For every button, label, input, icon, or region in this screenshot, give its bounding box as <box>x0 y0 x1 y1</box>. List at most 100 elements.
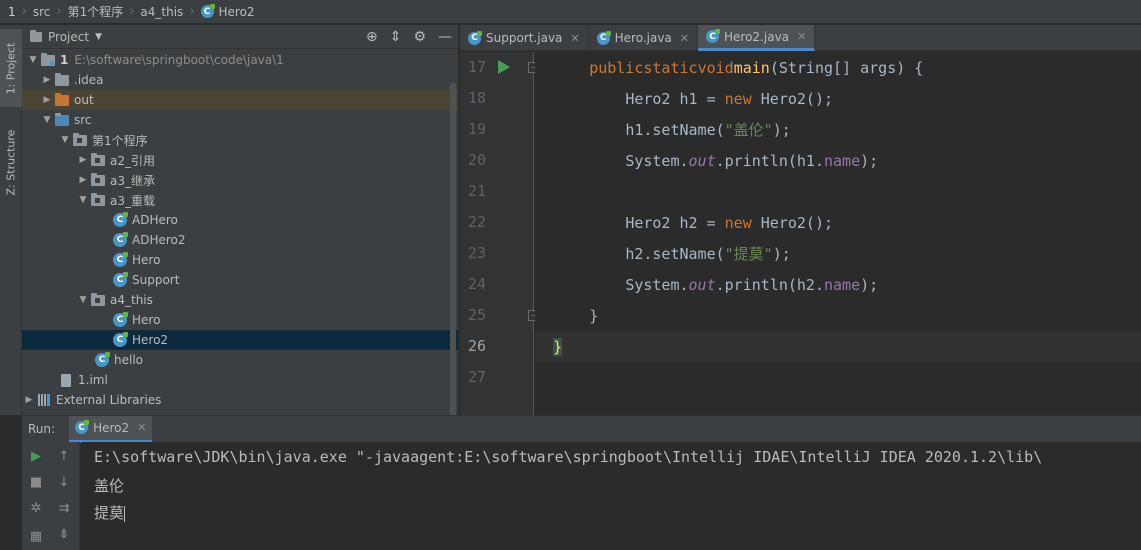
tree-item-project-root[interactable]: ▼ 1 E:\software\springboot\code\java\1 <box>22 50 458 70</box>
tree-item-hero-this[interactable]: C Hero <box>22 310 458 330</box>
expand-arrow-icon[interactable]: ▼ <box>40 115 54 125</box>
locate-icon[interactable]: ⊕ <box>366 29 378 45</box>
tree-item-label: Hero <box>132 313 161 327</box>
tree-item-adhero[interactable]: C ADHero <box>22 210 458 230</box>
close-icon[interactable]: ✕ <box>797 30 806 43</box>
expand-arrow-icon[interactable]: ▶ <box>76 155 90 165</box>
expand-arrow-icon[interactable]: ▶ <box>22 395 36 405</box>
tree-item-label: hello <box>114 353 143 367</box>
tree-item-label: 第1个程序 <box>92 133 148 148</box>
expand-arrow-icon[interactable]: ▼ <box>76 295 90 305</box>
line-number: 25 <box>467 306 486 324</box>
line-number: 27 <box>467 368 486 386</box>
collapse-all-icon[interactable]: ⇕ <box>390 29 402 45</box>
stop-icon[interactable]: ■ <box>28 474 44 490</box>
expand-arrow-icon[interactable]: ▼ <box>76 195 90 205</box>
breadcrumb-item-package[interactable]: 第1个程序 › <box>68 0 141 24</box>
breadcrumb-item-class[interactable]: C Hero2 <box>200 0 255 24</box>
tab-structure-tool[interactable]: Z: Structure <box>0 115 22 209</box>
code-line: public static void main (String[] args) { <box>589 58 924 77</box>
close-icon[interactable]: ✕ <box>570 32 579 45</box>
tree-item-label: Hero2 <box>132 333 169 347</box>
editor-gutter: 17 18 19 20 21 22 23 24 25 26 27 − − <box>460 52 539 415</box>
layout-icon[interactable]: ▦ <box>28 528 44 544</box>
breadcrumb-item-src[interactable]: src › <box>33 0 68 24</box>
console-line: 提莫 <box>94 504 125 522</box>
folder-icon <box>40 52 56 67</box>
text-cursor <box>124 505 126 522</box>
scroll-to-end-icon[interactable]: ⇟ <box>56 526 72 542</box>
tree-item-a3-inherit[interactable]: ▶ a3_继承 <box>22 170 458 190</box>
chevron-down-icon[interactable]: ▼ <box>95 32 102 42</box>
arrow-down-icon[interactable]: ↓ <box>56 474 72 490</box>
project-view-selector[interactable]: Project <box>48 30 89 44</box>
tree-item-hero-overload[interactable]: C Hero <box>22 250 458 270</box>
expand-arrow-icon[interactable]: ▶ <box>76 175 90 185</box>
run-tab-hero2[interactable]: C Hero2 ✕ <box>69 415 153 443</box>
editor-tabs: C Support.java ✕ C Hero.java ✕ C Hero2.j… <box>460 25 1141 51</box>
tree-item-out[interactable]: ▶ out <box>22 90 458 110</box>
package-icon <box>72 132 88 147</box>
expand-arrow-icon[interactable]: ▶ <box>40 95 54 105</box>
run-tab-label: Hero2 <box>93 420 130 435</box>
arrow-up-icon[interactable]: ↑ <box>56 448 72 464</box>
expand-arrow-icon[interactable]: ▼ <box>58 135 72 145</box>
tab-hero2-java[interactable]: C Hero2.java ✕ <box>698 25 816 51</box>
class-icon: C <box>112 312 128 327</box>
run-console-output[interactable]: E:\software\JDK\bin\java.exe "-javaagent… <box>81 442 1141 550</box>
class-icon: C <box>94 352 110 367</box>
tab-label: Hero.java <box>614 31 672 45</box>
navigation-breadcrumb: 1 › src › 第1个程序 › a4_this › C Hero2 <box>0 0 1141 24</box>
line-number: 21 <box>467 182 486 200</box>
package-icon <box>90 192 106 207</box>
tab-hero-java[interactable]: C Hero.java ✕ <box>589 25 699 51</box>
console-line: 盖伦 <box>94 477 125 495</box>
iml-file-icon <box>58 373 74 387</box>
gear-icon[interactable]: ⚙ <box>413 29 426 45</box>
code-editor[interactable]: public static void main (String[] args) {… <box>535 52 1141 415</box>
breadcrumb-label: 第1个程序 <box>67 5 124 19</box>
expand-arrow-icon[interactable]: ▶ <box>40 75 54 85</box>
minimize-icon[interactable]: — <box>438 29 452 45</box>
close-icon[interactable]: ✕ <box>137 421 146 434</box>
run-toolbar: ▶ ↑ ■ ↓ ✲ ⇉ ▦ ⇟ <box>22 442 80 550</box>
line-number: 26 <box>467 337 486 355</box>
chevron-right-icon: › <box>189 4 195 19</box>
tree-item-src[interactable]: ▼ src <box>22 110 458 130</box>
chevron-right-icon: › <box>129 4 135 19</box>
run-gutter-icon[interactable] <box>498 60 510 74</box>
tree-item-label: src <box>74 113 92 127</box>
tree-item-hero2[interactable]: C Hero2 <box>22 330 458 350</box>
breadcrumb-label: Hero2 <box>218 4 255 19</box>
tree-item-a2[interactable]: ▶ a2_引用 <box>22 150 458 170</box>
tab-support-java[interactable]: C Support.java ✕ <box>460 25 589 51</box>
project-scrollbar[interactable] <box>450 83 456 421</box>
soft-wrap-icon[interactable]: ⇉ <box>56 500 72 516</box>
tree-item-support[interactable]: C Support <box>22 270 458 290</box>
tree-item-idea[interactable]: ▶ .idea <box>22 70 458 90</box>
tree-item-iml[interactable]: 1.iml <box>22 370 458 390</box>
tree-item-adhero2[interactable]: C ADHero2 <box>22 230 458 250</box>
line-number: 24 <box>467 275 486 293</box>
tree-item-a3-overload[interactable]: ▼ a3_重载 <box>22 190 458 210</box>
breadcrumb-item-subpackage[interactable]: a4_this › <box>140 0 200 24</box>
line-number: 22 <box>467 213 486 231</box>
breadcrumb-item-project[interactable]: 1 › <box>8 0 33 24</box>
tree-item-a4-this[interactable]: ▼ a4_this <box>22 290 458 310</box>
tree-item-label: a3_重载 <box>110 193 155 208</box>
console-line-with-cursor: 提莫 <box>94 502 126 523</box>
tree-item-package-1[interactable]: ▼ 第1个程序 <box>22 130 458 150</box>
rerun-icon[interactable]: ▶ <box>28 448 44 464</box>
package-icon <box>90 172 106 187</box>
tab-project-tool[interactable]: 1: Project <box>0 29 22 107</box>
breadcrumb-label: 1 <box>8 4 16 19</box>
tree-item-external-libraries[interactable]: ▶ External Libraries <box>22 390 458 410</box>
class-icon: C <box>112 332 128 347</box>
close-icon[interactable]: ✕ <box>680 32 689 45</box>
libraries-icon <box>36 393 52 407</box>
run-label: Run: <box>28 422 56 436</box>
debug-icon[interactable]: ✲ <box>28 500 44 516</box>
expand-arrow-icon[interactable]: ▼ <box>26 55 40 65</box>
class-icon: C <box>112 232 128 247</box>
tree-item-hello[interactable]: C hello <box>22 350 458 370</box>
